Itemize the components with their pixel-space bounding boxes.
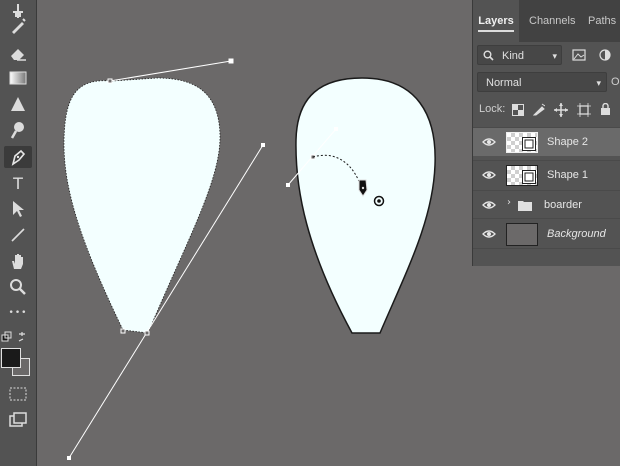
blend-mode-dropdown[interactable]: Normal ▾ [477,72,607,92]
lock-all-icon[interactable] [600,103,611,116]
visibility-eye-icon[interactable] [482,200,496,210]
type-tool[interactable]: T [4,172,32,194]
eraser-tool[interactable] [4,42,32,64]
layers-list-end [473,248,620,249]
tab-channels[interactable]: Channels [529,0,575,42]
foreground-color-swatch[interactable] [1,348,21,368]
lock-row: Lock: [477,100,620,120]
sharpen-tool-icon [11,97,25,111]
gradient-tool-icon [9,71,27,85]
default-colors-icon[interactable] [0,331,30,345]
lock-position-icon[interactable] [554,103,568,117]
shape-1[interactable] [63,77,221,334]
pen-tool-icon [11,149,26,166]
dodge-tool-icon [10,122,24,139]
tab-paths[interactable]: Paths [588,0,616,42]
chevron-right-icon[interactable]: › [507,197,511,208]
visibility-eye-icon[interactable] [482,229,496,239]
shape-layer-badge-icon [522,170,536,184]
layer-name: Background [547,228,606,240]
zoom-tool[interactable] [4,276,32,298]
screen-mode[interactable] [4,409,32,431]
panel-tabs: Layers Channels Paths [473,0,620,42]
lock-transparent-pixels-icon[interactable] [512,104,524,116]
sharpen-tool[interactable] [4,93,32,115]
lock-image-pixels-icon[interactable] [533,103,545,116]
visibility-eye-icon[interactable] [482,137,496,147]
kind-filter-label: Kind [502,50,525,62]
type-tool-icon: T [13,173,23,193]
lock-label: Lock: [479,103,506,115]
layer-name: boarder [544,199,582,211]
opacity-label: Op [611,76,620,88]
pixel-layer-filter-icon[interactable] [572,49,586,61]
layers-panel: Layers Channels Paths Kind ▾ Normal ▾ Op… [472,0,620,266]
search-icon [483,50,494,61]
hand-tool[interactable] [4,250,32,272]
lock-artboard-icon[interactable] [577,103,591,117]
folder-icon [518,201,532,211]
layer-name: Shape 2 [547,136,588,148]
chevron-down-icon: ▾ [596,78,601,88]
pen-tool[interactable] [4,146,32,168]
layer-name: Shape 1 [547,169,588,181]
adjustment-layer-filter-icon[interactable] [599,49,611,61]
chevron-down-icon: ▾ [552,51,557,61]
blend-mode-label: Normal [486,77,522,89]
layer-thumbnail [506,223,538,246]
path-selection-tool[interactable] [4,198,32,220]
layer-filter-row: Kind ▾ [477,44,618,66]
more-tools-icon: ••• [8,308,28,318]
layer-thumbnail [506,165,538,186]
path-selection-tool-icon [13,201,24,217]
brush-tool-icon [12,18,26,34]
zoom-tool-icon [10,279,26,295]
layer-thumbnail [506,132,538,153]
color-swatch-controls [0,330,30,344]
line-tool-icon [11,228,25,242]
screen-mode-icon [9,412,27,427]
quick-mask-icon [9,387,27,401]
shape-layer-badge-icon [522,137,536,151]
tools-panel: T ••• [0,0,37,466]
kind-filter-dropdown[interactable]: Kind ▾ [477,45,562,65]
tab-layers[interactable]: Layers [473,0,519,42]
eraser-tool-icon [11,49,26,61]
gradient-tool[interactable] [4,67,32,89]
more-tools[interactable]: ••• [4,302,32,324]
quick-mask-mode[interactable] [4,383,32,405]
dodge-tool[interactable] [4,119,32,141]
layer-row-shape-2[interactable]: Shape 2 [473,127,620,156]
line-tool[interactable] [4,224,32,246]
shape-2[interactable] [295,77,436,334]
layer-row-boarder[interactable]: › boarder [473,190,620,219]
brush-tool[interactable] [4,15,32,37]
layer-row-shape-1[interactable]: Shape 1 [473,160,620,189]
layer-row-background[interactable]: Background [473,218,620,248]
tab-layers-label: Layers [478,15,514,32]
hand-tool-icon [12,254,23,269]
visibility-eye-icon[interactable] [482,170,496,180]
